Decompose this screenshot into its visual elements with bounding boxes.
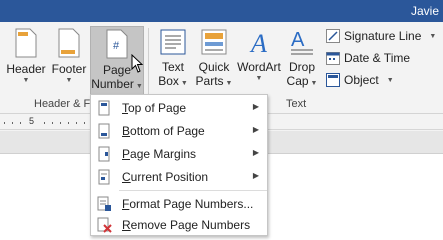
header-icon	[15, 28, 37, 58]
current-position-icon	[98, 169, 110, 184]
page-number-dropdown: Top of Page ▶ Bottom of Page ▶ Page Marg…	[90, 94, 268, 236]
ruler-number: 5	[29, 116, 35, 126]
object-icon	[326, 73, 340, 87]
chevron-right-icon: ▶	[252, 125, 259, 134]
ruler-tick	[44, 122, 45, 124]
page-number-label-line1: Page	[102, 63, 132, 77]
page-margins-icon	[98, 146, 110, 161]
header-button[interactable]: Header ▼	[6, 26, 46, 98]
svg-text:A: A	[249, 29, 267, 56]
ruler-tick	[12, 122, 13, 124]
text-box-icon	[160, 29, 186, 55]
ruler-tick	[76, 122, 77, 124]
signature-line-button[interactable]: Signature Line ▼	[326, 26, 436, 46]
group-label-header-footer: Header & F	[34, 98, 91, 110]
menu-item-label: Format Page Numbers...	[122, 196, 254, 211]
signature-line-label: Signature Line	[344, 29, 422, 43]
page-number-label-line2: Number	[91, 77, 134, 91]
format-page-numbers-icon	[97, 196, 111, 211]
chevron-down-icon: ▼	[429, 32, 437, 40]
quick-parts-icon	[201, 29, 227, 55]
menu-item-label: Top of Page	[122, 100, 187, 115]
menu-item-bottom-of-page[interactable]: Bottom of Page ▶	[91, 119, 267, 142]
menu-item-page-margins[interactable]: Page Margins ▶	[91, 142, 267, 165]
mouse-cursor-icon	[131, 54, 144, 73]
title-bar: Javie	[0, 0, 443, 22]
pen-icon	[326, 29, 340, 43]
footer-label: Footer	[51, 62, 87, 76]
ruler-tick	[4, 122, 5, 124]
menu-item-remove-page-numbers[interactable]: Remove Page Numbers	[91, 213, 267, 236]
date-time-button[interactable]: Date & Time	[326, 48, 410, 68]
page-top-icon	[98, 100, 110, 115]
footer-icon	[58, 28, 80, 58]
menu-item-label: Bottom of Page	[122, 123, 205, 138]
object-label: Object	[344, 73, 379, 87]
chevron-right-icon: ▶	[252, 102, 259, 111]
header-label: Header	[6, 62, 46, 76]
quick-parts-label-line1: Quick	[198, 60, 230, 74]
chevron-down-icon: ▼	[65, 77, 73, 84]
text-box-button[interactable]: Text Box ▼	[154, 26, 192, 98]
group-label-text: Text	[286, 98, 307, 110]
wordart-label: WordArt	[237, 60, 281, 74]
drop-cap-label-line1: Drop	[288, 60, 315, 74]
menu-item-top-of-page[interactable]: Top of Page ▶	[91, 96, 267, 119]
ruler-tick	[52, 122, 53, 124]
menu-item-label: Remove Page Numbers	[122, 217, 251, 232]
remove-page-numbers-icon	[97, 217, 112, 233]
menu-item-label: Current Position	[122, 169, 209, 184]
page-number-icon: #	[106, 29, 128, 59]
ruler-tick	[20, 122, 21, 124]
menu-item-label: Page Margins	[122, 146, 197, 161]
menu-separator	[119, 190, 267, 191]
drop-cap-label-line2: Cap	[286, 74, 309, 88]
menu-item-current-position[interactable]: Current Position ▶	[91, 165, 267, 188]
menu-item-format-page-numbers[interactable]: Format Page Numbers...	[91, 192, 267, 215]
chevron-right-icon: ▶	[252, 148, 259, 157]
chevron-right-icon: ▶	[252, 171, 259, 180]
drop-cap-button[interactable]: A Drop Cap ▼	[285, 26, 319, 98]
drop-cap-icon: A	[291, 29, 313, 55]
text-box-label-line2: Box	[158, 74, 179, 88]
chevron-down-icon: ▼	[255, 75, 263, 82]
ruler-tick	[60, 122, 61, 124]
object-button[interactable]: Object ▼	[326, 70, 394, 90]
calendar-icon	[326, 52, 340, 65]
footer-button[interactable]: Footer ▼	[50, 26, 88, 98]
svg-text:A: A	[291, 29, 305, 51]
ruler-tick	[68, 122, 69, 124]
text-box-label-line1: Text	[161, 60, 184, 74]
quick-parts-button[interactable]: Quick Parts ▼	[195, 26, 233, 98]
user-name[interactable]: Javie	[411, 4, 439, 18]
wordart-icon: A	[249, 29, 267, 56]
svg-text:#: #	[113, 40, 120, 52]
chevron-down-icon: ▼	[22, 77, 30, 84]
ruler-tick	[84, 122, 85, 124]
date-time-label: Date & Time	[344, 51, 411, 65]
chevron-down-icon: ▼	[386, 76, 394, 84]
quick-parts-label-line2: Parts	[195, 74, 224, 88]
page-bottom-icon	[98, 123, 110, 138]
wordart-button[interactable]: A WordArt ▼	[236, 26, 282, 98]
